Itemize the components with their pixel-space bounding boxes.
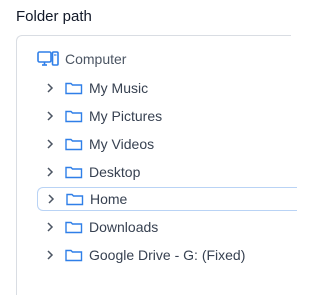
folder-icon bbox=[65, 110, 83, 123]
folder-tree[interactable]: Computer My Music My Pictures My Videos … bbox=[16, 35, 297, 295]
tree-item-label: My Videos bbox=[89, 136, 155, 152]
chevron-right-icon[interactable] bbox=[44, 192, 58, 206]
tree-root-label: Computer bbox=[65, 51, 127, 67]
tree-item-label: My Pictures bbox=[89, 108, 163, 124]
folder-icon bbox=[65, 249, 83, 262]
folder-icon bbox=[65, 166, 83, 179]
folder-icon bbox=[65, 221, 83, 234]
computer-icon bbox=[37, 51, 59, 66]
folder-icon bbox=[66, 193, 84, 206]
tree-item-label: My Music bbox=[89, 80, 149, 96]
chevron-right-icon[interactable] bbox=[43, 248, 57, 262]
tree-item-my-pictures[interactable]: My Pictures bbox=[37, 104, 297, 128]
chevron-right-icon[interactable] bbox=[43, 220, 57, 234]
tree-item-label: Desktop bbox=[89, 164, 141, 180]
tree-root-computer[interactable]: Computer bbox=[37, 48, 126, 70]
folder-icon bbox=[65, 82, 83, 95]
tree-item-downloads[interactable]: Downloads bbox=[37, 215, 297, 239]
tree-item-home[interactable]: Home bbox=[37, 187, 297, 211]
tree-item-google-drive[interactable]: Google Drive - G: (Fixed) bbox=[37, 243, 297, 267]
tree-item-label: Downloads bbox=[89, 219, 159, 235]
folder-icon bbox=[65, 138, 83, 151]
chevron-right-icon[interactable] bbox=[43, 137, 57, 151]
folder-path-label: Folder path bbox=[16, 8, 92, 25]
tree-item-my-music[interactable]: My Music bbox=[37, 76, 297, 100]
tree-item-label: Google Drive - G: (Fixed) bbox=[89, 247, 246, 263]
tree-item-my-videos[interactable]: My Videos bbox=[37, 132, 297, 156]
chevron-right-icon[interactable] bbox=[43, 165, 57, 179]
chevron-right-icon[interactable] bbox=[43, 109, 57, 123]
tree-item-label: Home bbox=[90, 191, 128, 207]
chevron-right-icon[interactable] bbox=[43, 81, 57, 95]
tree-item-desktop[interactable]: Desktop bbox=[37, 160, 297, 184]
